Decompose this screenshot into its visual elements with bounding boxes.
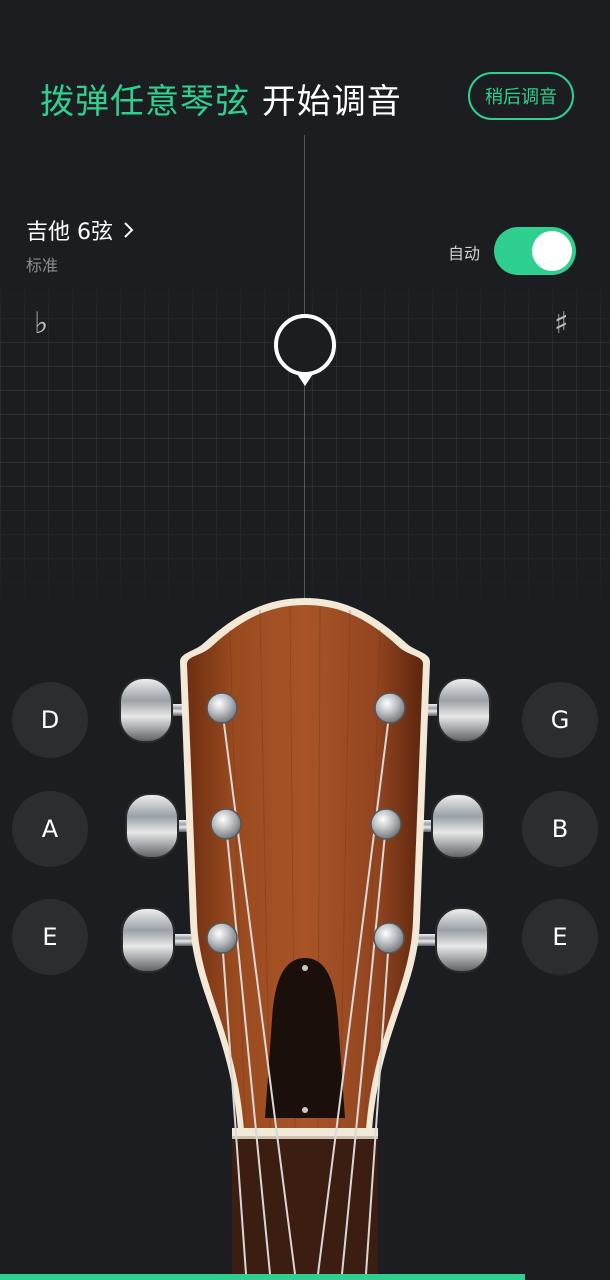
instrument-selector[interactable]: 吉他 6弦 标准 xyxy=(26,214,135,276)
string-button-left-3[interactable]: E xyxy=(12,899,88,975)
chevron-right-icon xyxy=(124,222,134,238)
guitar-headstock xyxy=(119,598,491,1274)
tuner-key-left-3 xyxy=(121,907,196,973)
sharp-icon: ♯ xyxy=(554,306,569,341)
title-rest: 开始调音 xyxy=(250,82,402,122)
tune-later-button[interactable]: 稍后调音 xyxy=(468,72,574,120)
toggle-knob xyxy=(532,231,572,271)
string-button-right-1[interactable]: G xyxy=(522,682,598,758)
tuner-key-right-3 xyxy=(414,907,489,973)
flat-icon: ♭ xyxy=(34,306,49,341)
auto-mode-label: 自动 xyxy=(448,244,481,263)
progress-bar xyxy=(0,1274,525,1280)
tuning-mode-label: 标准 xyxy=(26,256,59,275)
page-title: 拨弹任意琴弦 开始调音 xyxy=(40,74,402,123)
title-highlight: 拨弹任意琴弦 xyxy=(40,82,250,122)
string-button-right-2[interactable]: B xyxy=(522,791,598,867)
instrument-name: 吉他 6弦 xyxy=(26,220,113,245)
string-button-left-1[interactable]: D xyxy=(12,682,88,758)
string-button-right-3[interactable]: E xyxy=(522,899,598,975)
pitch-indicator-icon xyxy=(274,314,336,386)
auto-mode-toggle[interactable] xyxy=(494,227,576,275)
string-button-left-2[interactable]: A xyxy=(12,791,88,867)
